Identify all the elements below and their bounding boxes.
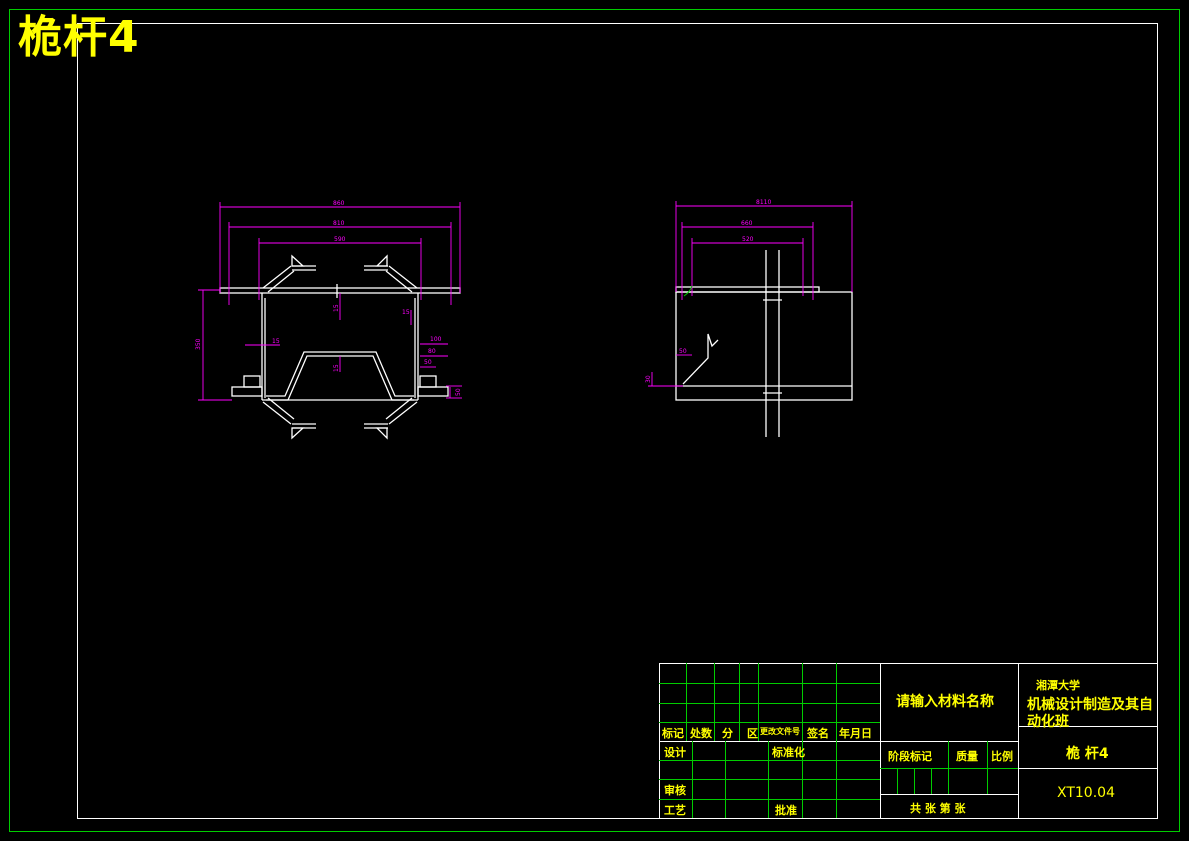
side-dim-30: 30 (645, 375, 652, 383)
side-dim-520: 520 (742, 236, 754, 243)
header-change-doc: 更改文件号 (760, 727, 800, 736)
bracket-top-right (375, 254, 388, 267)
sheet-count-label: 共 张 第 张 (910, 802, 966, 815)
side-dim-8110: 8110 (756, 199, 771, 206)
dim-860: 860 (333, 200, 345, 207)
standardization-label: 标准化 (772, 746, 805, 759)
design-label: 设计 (664, 746, 686, 759)
inner-frame (77, 23, 1158, 819)
header-qu: 区 (747, 727, 758, 740)
dim-50-a: 50 (424, 359, 432, 366)
drawing-canvas: 860 810 590 350 15 15 15 15 100 80 50 50 (9, 9, 1180, 832)
dim-50-b: 50 (455, 388, 462, 396)
side-body (675, 291, 853, 401)
side-view-dimensions (648, 201, 853, 387)
front-view (219, 254, 461, 440)
left-block (231, 386, 263, 397)
dim-80: 80 (428, 348, 436, 355)
outer-frame (9, 9, 1180, 832)
drawing-number: XT10.04 (1057, 785, 1115, 801)
side-view (675, 250, 853, 437)
bracket-bottom-left (291, 427, 305, 440)
scale-label: 比例 (991, 750, 1013, 763)
dim-15-b: 15 (402, 309, 410, 316)
revision-header-row: 标记 处数 分 区 更改文件号 签名 年月日 (659, 724, 880, 741)
bracket-bottom-right (375, 427, 388, 440)
weight-label: 质量 (956, 750, 978, 763)
class-name: 机械设计制造及其自动化班 (1027, 697, 1153, 730)
drawing-title: 桅杆4 (18, 12, 140, 63)
side-dim-660: 660 (741, 220, 753, 227)
top-bar (219, 287, 461, 294)
header-date: 年月日 (839, 727, 872, 740)
header-mark: 标记 (662, 727, 684, 740)
header-signature: 签名 (807, 727, 829, 740)
side-weld-arm (682, 333, 719, 385)
header-fen: 分 (722, 727, 733, 740)
school-name: 湘潭大学 (1036, 679, 1080, 692)
dim-15-d: 15 (333, 364, 340, 372)
part-name: 桅 杆4 (1066, 746, 1109, 762)
stage-mark-label: 阶段标记 (888, 750, 932, 763)
right-block (417, 386, 449, 397)
review-label: 审核 (664, 784, 686, 797)
dim-15-c: 15 (272, 338, 280, 345)
side-top-bar (675, 286, 820, 293)
front-view-dimensions (198, 202, 462, 401)
dim-100: 100 (430, 336, 442, 343)
approve-label: 批准 (775, 804, 797, 817)
bracket-top-left (291, 254, 305, 267)
process-label: 工艺 (664, 804, 686, 817)
material-label: 请输入材料名称 (896, 694, 994, 710)
dim-350: 350 (195, 338, 202, 350)
header-count: 处数 (690, 727, 712, 740)
side-dim-50: 50 (679, 348, 687, 355)
dim-590: 590 (334, 236, 346, 243)
dim-15-a: 15 (333, 304, 340, 312)
dim-810: 810 (333, 220, 345, 227)
